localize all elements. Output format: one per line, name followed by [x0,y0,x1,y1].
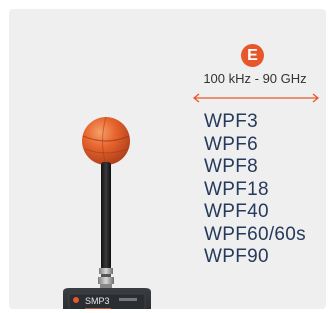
model-item: WPF8 [204,156,258,177]
double-arrow-icon [192,93,320,103]
model-item: WPF3 [204,111,258,132]
probe-model-list: WPF3 WPF6 WPF8 WPF18 WPF40 WPF60/60s WPF… [204,111,306,269]
frequency-range-label: 100 kHz - 90 GHz [203,71,307,86]
model-item: WPF60/60s [204,223,306,245]
field-probe-image: SMP3 [49,112,164,309]
product-card: SMP3 E 100 kHz - 90 GHz WPF3 WPF6 WPF8 W… [9,9,326,309]
model-item: WPF6 [204,133,258,155]
device-label: SMP3 [85,296,110,306]
model-item: WPF18 [204,178,269,200]
model-item: WPF40 [204,201,269,222]
electric-field-badge: E [241,44,264,67]
model-item: WPF90 [204,246,269,267]
